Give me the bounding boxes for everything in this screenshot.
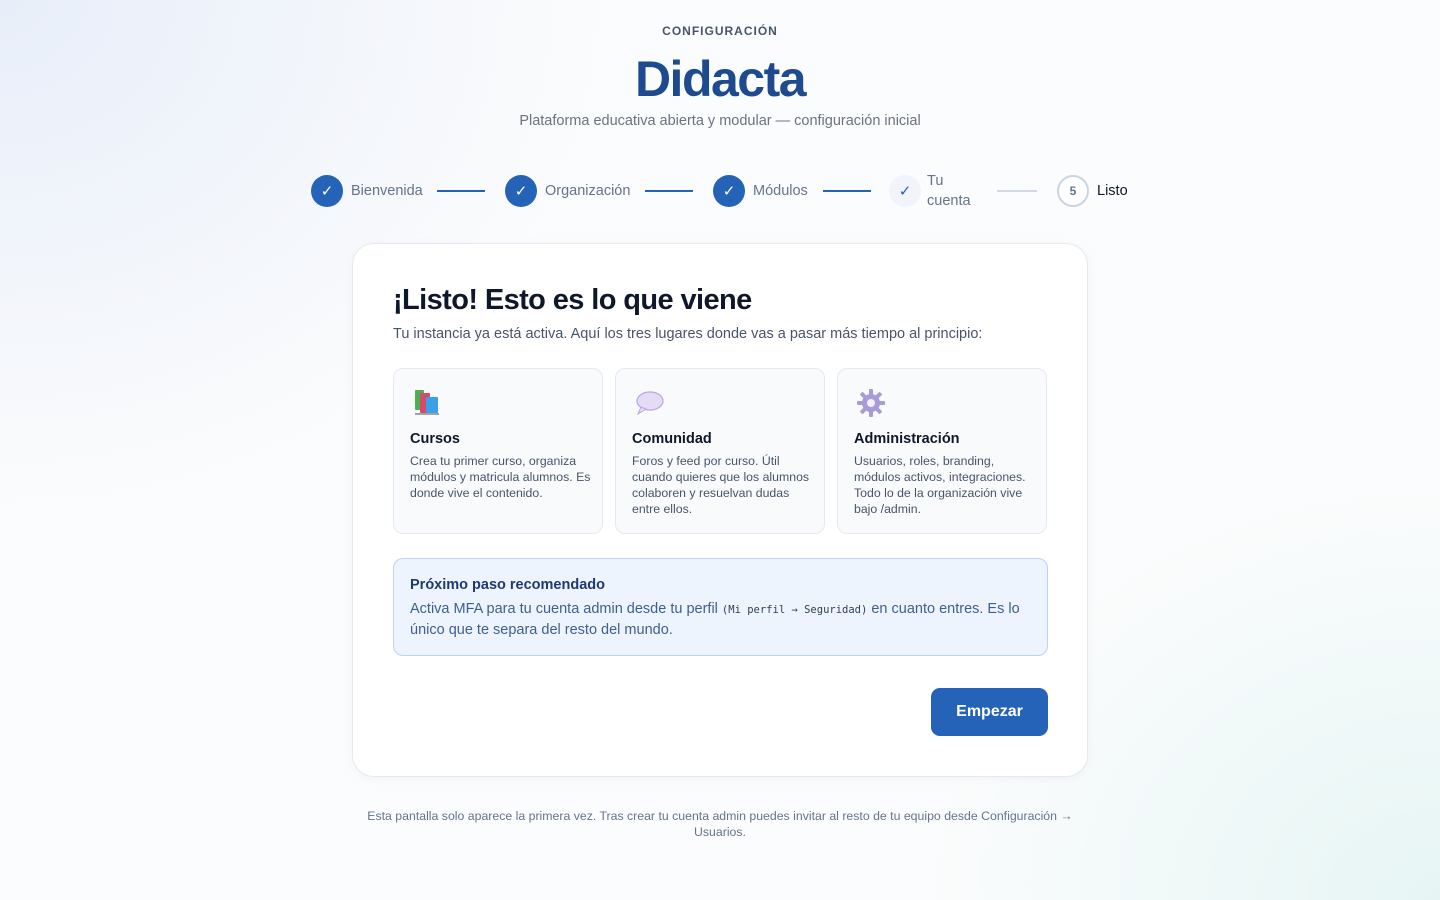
footer-note: Esta pantalla solo aparece la primera ve… bbox=[367, 809, 1073, 839]
setup-card: ¡Listo! Esto es lo que viene Tu instanci… bbox=[352, 243, 1088, 777]
tile-comunidad: Comunidad Foros y feed por curso. Útil c… bbox=[615, 368, 825, 534]
tile-administracion: Administración Usuarios, roles, branding… bbox=[837, 368, 1047, 534]
brand-title: Didacta bbox=[634, 51, 807, 107]
books-icon bbox=[415, 390, 439, 415]
tile-title: Comunidad bbox=[632, 431, 712, 447]
step-label: Módulos bbox=[753, 183, 808, 199]
step-connector bbox=[823, 190, 871, 192]
tile-cursos: Cursos Crea tu primer curso, organiza mó… bbox=[393, 368, 603, 534]
tile-description: Usuarios, roles, branding, módulos activ… bbox=[854, 454, 1026, 516]
callout-text-part: Activa MFA para tu cuenta admin desde tu… bbox=[410, 601, 722, 617]
step-label-line: cuenta bbox=[927, 193, 971, 209]
step-label: Listo bbox=[1097, 183, 1128, 199]
step-check-icon: ✓ bbox=[713, 175, 745, 207]
step-check-icon: ✓ bbox=[505, 175, 537, 207]
step-check-icon: ✓ bbox=[889, 175, 921, 207]
step-tu-cuenta: ✓ Tu cuenta bbox=[889, 170, 971, 212]
start-button[interactable]: Empezar bbox=[931, 688, 1048, 736]
brand-tagline: Plataforma educativa abierta y modular —… bbox=[519, 113, 921, 129]
step-connector bbox=[437, 190, 485, 192]
recommendation-callout: Próximo paso recomendado Activa MFA para… bbox=[393, 558, 1048, 656]
tile-title: Cursos bbox=[410, 431, 460, 447]
step-label-line: Tu bbox=[927, 173, 944, 189]
step-label: Organización bbox=[545, 183, 631, 199]
step-number: 5 bbox=[1057, 175, 1089, 207]
step-bienvenida: ✓ Bienvenida bbox=[311, 170, 423, 212]
speech-bubble-icon bbox=[636, 391, 664, 416]
setup-stepper: ✓ Bienvenida ✓ Organización ✓ Módulos ✓ … bbox=[0, 170, 1440, 214]
step-organizacion: ✓ Organización bbox=[505, 170, 630, 212]
card-title: ¡Listo! Esto es lo que viene bbox=[393, 284, 752, 316]
setup-eyebrow: CONFIGURACIÓN bbox=[662, 24, 778, 38]
tile-description: Foros y feed por curso. Útil cuando quie… bbox=[632, 454, 810, 516]
gear-icon bbox=[857, 389, 885, 417]
tile-title: Administración bbox=[854, 431, 960, 447]
card-subtitle: Tu instancia ya está activa. Aquí los tr… bbox=[393, 326, 983, 342]
step-check-icon: ✓ bbox=[311, 175, 343, 207]
callout-code: (Mi perfil → Seguridad) bbox=[721, 604, 868, 616]
callout-title: Próximo paso recomendado bbox=[410, 577, 605, 593]
step-label: Bienvenida bbox=[351, 183, 423, 199]
step-label: Tu cuenta bbox=[927, 171, 971, 211]
step-connector bbox=[645, 190, 693, 192]
callout-text: Activa MFA para tu cuenta admin desde tu… bbox=[410, 599, 1035, 640]
tile-description: Crea tu primer curso, organiza módulos y… bbox=[410, 454, 591, 500]
step-modulos: ✓ Módulos bbox=[713, 170, 808, 212]
step-listo: 5 Listo bbox=[1057, 170, 1128, 212]
step-connector bbox=[997, 190, 1037, 192]
